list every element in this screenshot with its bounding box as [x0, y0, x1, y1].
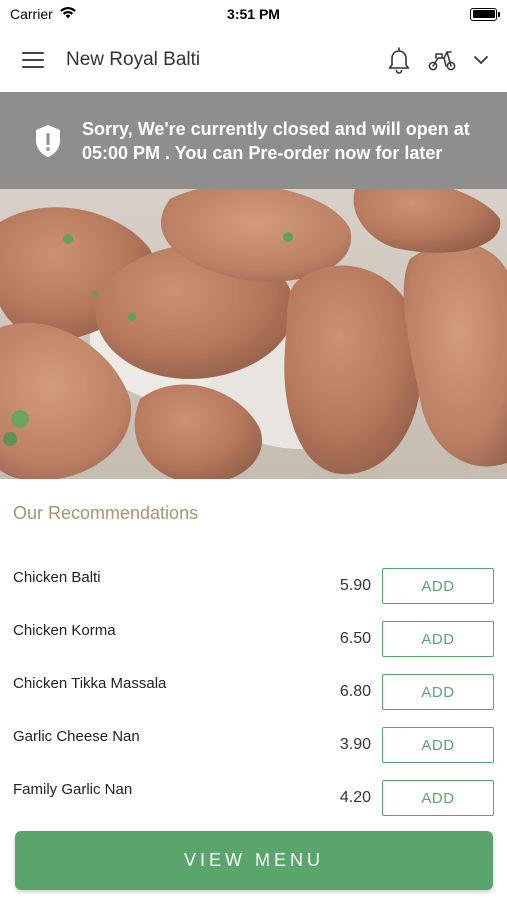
hero-food-image	[0, 189, 507, 479]
list-item: Chicken Balti 5.90 ADD	[0, 555, 507, 608]
item-price: 5.90	[339, 577, 371, 594]
item-name: Chicken Korma	[13, 622, 116, 639]
shield-alert-icon	[28, 123, 68, 159]
menu-icon[interactable]	[20, 50, 46, 70]
add-button[interactable]: ADD	[382, 674, 494, 710]
page-title: New Royal Balti	[66, 49, 201, 70]
status-left: Carrier	[10, 6, 77, 22]
item-name: Chicken Tikka Massala	[13, 675, 167, 692]
list-item: Garlic Cheese Nan 3.90 ADD	[0, 714, 507, 767]
recommendations-title: Our Recommendations	[13, 503, 199, 523]
add-button[interactable]: ADD	[382, 780, 494, 816]
status-bar: Carrier 3:51 PM	[0, 0, 507, 28]
item-name: Chicken Balti	[13, 569, 101, 586]
item-name: Family Garlic Nan	[13, 781, 133, 798]
add-button[interactable]: ADD	[382, 568, 494, 604]
add-button[interactable]: ADD	[382, 727, 494, 763]
battery-icon	[470, 7, 500, 21]
app-header: New Royal Balti	[0, 28, 507, 92]
item-price: 4.20	[339, 789, 371, 806]
item-price: 6.50	[339, 630, 371, 647]
list-item: Chicken Korma 6.50 ADD	[0, 608, 507, 661]
bell-icon[interactable]	[387, 46, 411, 74]
wifi-icon	[59, 6, 77, 22]
item-price: 6.80	[339, 683, 371, 700]
header-actions	[387, 46, 489, 74]
scooter-icon[interactable]	[427, 48, 457, 72]
chevron-down-icon[interactable]	[473, 54, 489, 66]
view-menu-button[interactable]: VIEW MENU	[15, 831, 493, 890]
item-name: Garlic Cheese Nan	[13, 728, 140, 745]
list-item: Family Garlic Nan 4.20 ADD	[0, 767, 507, 820]
closed-message: Sorry, We're currently closed and will o…	[82, 118, 470, 163]
recommendations-list: Chicken Balti 5.90 ADD Chicken Korma 6.5…	[0, 555, 507, 820]
carrier-label: Carrier	[10, 6, 53, 22]
list-item: Chicken Tikka Massala 6.80 ADD	[0, 661, 507, 714]
item-price: 3.90	[339, 736, 371, 753]
closed-banner: Sorry, We're currently closed and will o…	[0, 92, 507, 189]
add-button[interactable]: ADD	[382, 621, 494, 657]
